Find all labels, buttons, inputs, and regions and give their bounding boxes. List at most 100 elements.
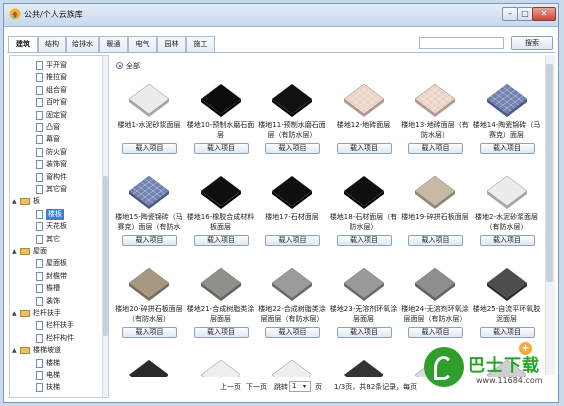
load-project-button[interactable]: 载入项目 xyxy=(265,327,320,338)
expand-toggle-icon[interactable]: ▲ xyxy=(12,310,18,317)
material-card[interactable]: 楼地18-石材面层（有防水层） 载入项目 xyxy=(329,169,399,249)
load-project-button[interactable]: 载入项目 xyxy=(265,143,320,154)
page-select-value: 1 xyxy=(292,382,297,390)
page-summary: 1/3页，共82条记录，每页 xyxy=(334,383,418,391)
tree-item-label: 凸窗 xyxy=(46,123,60,131)
grid-scroll-thumb[interactable] xyxy=(546,64,553,282)
document-icon xyxy=(36,61,43,70)
load-project-button[interactable]: 载入项目 xyxy=(122,327,177,338)
material-preview xyxy=(343,357,383,377)
document-icon xyxy=(36,333,43,343)
material-name: 楼地25-自流平环氧胶泥面层 xyxy=(472,305,541,323)
watermark-brand: 巴士下载 xyxy=(468,356,540,376)
material-preview xyxy=(486,173,527,213)
material-card[interactable]: 楼地19-碎拼石板面层 载入项目 xyxy=(400,169,470,249)
tree-item-label: 窗构件 xyxy=(46,172,67,181)
document-icon xyxy=(36,98,43,108)
tab-structure[interactable]: 结构 xyxy=(38,36,66,52)
material-card[interactable]: 楼地16-橡胶合成材料板面层 载入项目 xyxy=(186,169,256,249)
tree-item-label: 楼板 xyxy=(46,208,64,220)
watermark-url: www.11684.com xyxy=(476,376,543,385)
load-project-button[interactable]: 载入项目 xyxy=(336,143,392,154)
material-card[interactable]: 楼地2-水泥砂浆面层（有防水层） 载入项目 xyxy=(472,169,542,249)
load-project-button[interactable]: 载入项目 xyxy=(479,143,535,154)
load-project-button[interactable]: 载入项目 xyxy=(408,235,463,246)
tree-item-label: 装饰 xyxy=(46,296,60,305)
tree-item-label: 栏杆扶手 xyxy=(33,309,61,317)
title-bar: 公共/个人云族库 – □ ✕ xyxy=(4,4,558,27)
load-project-button[interactable]: 载入项目 xyxy=(193,327,249,338)
tree-item-label: 电梯 xyxy=(46,371,60,379)
minimize-button[interactable]: – xyxy=(502,7,518,21)
load-project-button[interactable]: 载入项目 xyxy=(122,143,177,154)
load-project-button[interactable]: 载入项目 xyxy=(122,235,177,246)
material-preview xyxy=(200,173,241,213)
material-name: 楼地21-合成树脂类涂层面层 xyxy=(186,305,255,323)
material-card[interactable]: 楼地14-陶瓷锦砖（马赛克）面层 载入项目 xyxy=(472,77,542,157)
material-card[interactable]: 楼地22-合成树脂类涂层面层（有防水层） 载入项目 xyxy=(257,261,327,341)
material-card[interactable]: 楼地20-碎拼石板面层（有防水层） 载入项目 xyxy=(114,261,184,341)
material-preview xyxy=(343,173,384,213)
close-button[interactable]: ✕ xyxy=(532,7,556,21)
tab-landscape[interactable]: 园林 xyxy=(157,36,186,52)
load-project-button[interactable]: 载入项目 xyxy=(408,327,463,338)
material-preview xyxy=(271,173,313,213)
prev-page-link[interactable]: 上一页 xyxy=(220,382,241,392)
material-card[interactable]: 楼地1-水泥砂浆面层 载入项目 xyxy=(114,77,184,157)
load-project-button[interactable]: 载入项目 xyxy=(336,327,392,338)
tree-item-label: 屋面 xyxy=(33,247,47,255)
document-icon xyxy=(36,160,43,170)
expand-toggle-icon[interactable]: ▲ xyxy=(12,198,18,205)
item-grid: 全部 楼地1-水泥砂浆面层 载入项目 楼地10-预制水磨石面层 载入项目 楼地11-预制… xyxy=(112,55,554,378)
tab-architecture[interactable]: 建筑 xyxy=(8,36,38,53)
material-preview xyxy=(200,357,240,377)
folder-icon xyxy=(20,310,30,317)
tab-hvac[interactable]: 暖通 xyxy=(99,36,128,52)
document-icon xyxy=(36,185,43,194)
next-page-link[interactable]: 下一页 xyxy=(246,382,267,392)
expand-toggle-icon[interactable]: ▲ xyxy=(12,248,18,255)
load-project-button[interactable]: 载入项目 xyxy=(336,235,392,246)
material-preview xyxy=(414,81,456,121)
all-radio[interactable] xyxy=(116,62,123,69)
page-select[interactable]: 1 ▾ xyxy=(289,381,311,392)
document-icon xyxy=(36,123,43,132)
tree-scroll-thumb[interactable] xyxy=(103,176,108,336)
load-project-button[interactable]: 载入项目 xyxy=(193,143,249,154)
material-card[interactable]: 楼地13-地砖面层（有防水层） 载入项目 xyxy=(400,77,470,157)
load-project-button[interactable]: 载入项目 xyxy=(265,235,320,246)
material-name: 楼地2-水泥砂浆面层（有防水层） xyxy=(475,213,538,231)
material-card[interactable]: 楼地10-预制水磨石面层 载入项目 xyxy=(186,77,256,157)
expand-toggle-icon[interactable]: ▲ xyxy=(12,347,18,354)
maximize-button[interactable]: □ xyxy=(517,7,533,21)
document-icon xyxy=(36,358,43,368)
material-name: 楼地18-石材面层（有防水层） xyxy=(329,213,398,231)
search-button[interactable]: 搜索 xyxy=(511,36,553,50)
category-tree[interactable]: 扶梯 电梯 楼梯 ▲ 楼梯坡道 栏杆构件 栏杆扶手 ▲ 栏杆扶手 装饰 檐槽 封檐带 屋面板 ▲ 屋面 其它 天… xyxy=(9,55,109,398)
load-project-button[interactable]: 载入项目 xyxy=(479,235,535,246)
material-preview xyxy=(128,265,170,305)
material-card[interactable]: 楼地25-自流平环氧胶泥面层载入项目 xyxy=(472,261,542,341)
tab-electrical[interactable]: 电气 xyxy=(128,36,157,52)
tab-plumbing[interactable]: 给排水 xyxy=(66,36,99,52)
material-preview xyxy=(343,81,384,121)
material-card[interactable]: 楼地23-无溶剂环氧涂层面层 载入项目 xyxy=(329,261,399,341)
document-icon xyxy=(36,371,43,380)
search-input[interactable] xyxy=(419,37,504,49)
load-project-button[interactable]: 载入项目 xyxy=(408,143,463,154)
tab-construction[interactable]: 施工 xyxy=(186,36,215,52)
tree-item-label: 百叶窗 xyxy=(46,98,67,107)
document-icon xyxy=(36,209,43,219)
material-card[interactable]: 楼地24-无溶剂环氧涂层面层（有防水层） 载入项目 xyxy=(400,261,470,341)
material-card[interactable]: 楼地21-合成树脂类涂层面层载入项目 xyxy=(186,261,256,341)
tree-item-label: 推拉窗 xyxy=(46,73,67,82)
tree-item-label: 楼梯坡道 xyxy=(33,346,61,355)
material-card[interactable]: 楼地17-石材面层 载入项目 xyxy=(257,169,327,249)
load-project-button[interactable]: 载入项目 xyxy=(193,235,249,246)
material-card[interactable]: 楼地11-预制水磨石面层（有防水层） 载入项目 xyxy=(257,77,327,157)
material-card[interactable]: 楼地12-地砖面层 载入项目 xyxy=(329,77,399,157)
tree-item-label: 平开窗 xyxy=(46,61,67,69)
material-card[interactable]: 楼地15-陶瓷锦砖（马赛克）面层（有防水层） 载入项目 xyxy=(114,169,184,249)
tree-item-label: 固定窗 xyxy=(46,110,67,119)
load-project-button[interactable]: 载入项目 xyxy=(479,327,535,338)
